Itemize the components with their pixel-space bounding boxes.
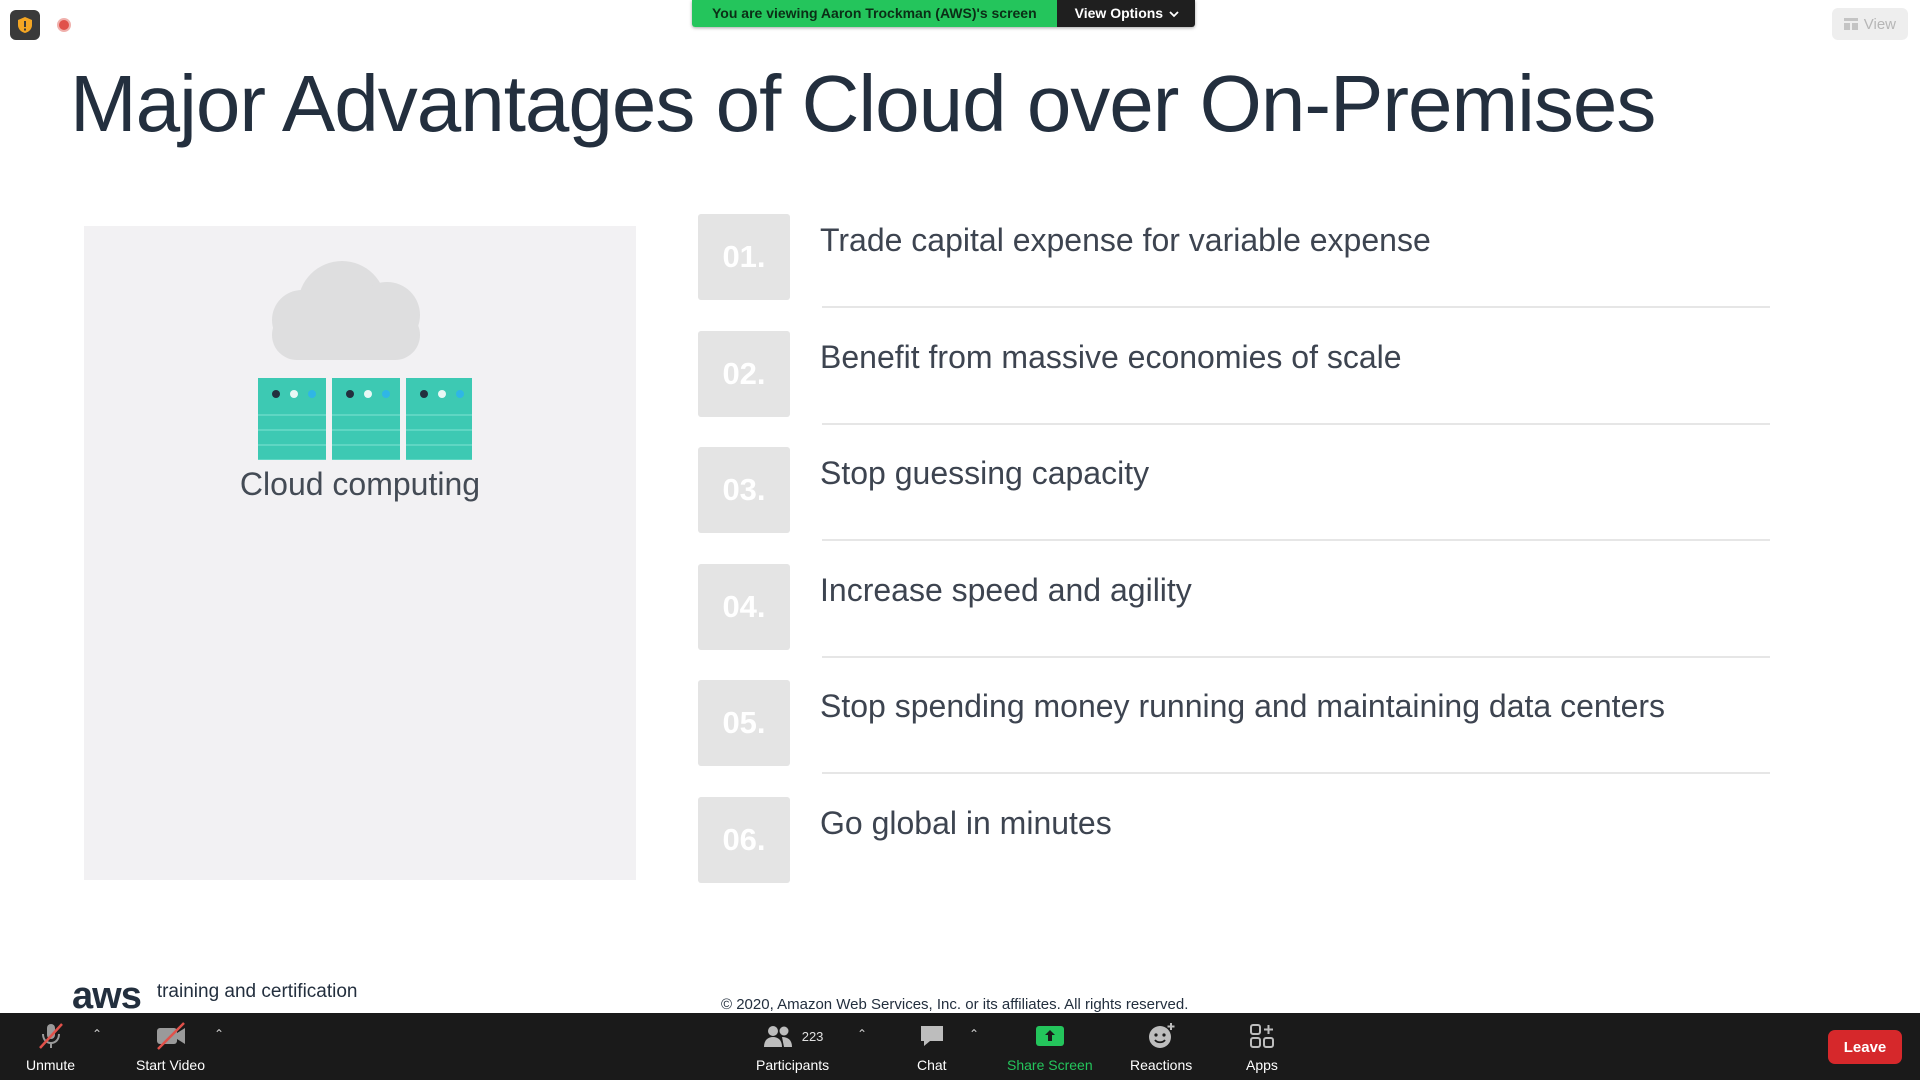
video-camera-off-icon [156,1022,185,1050]
cloud-servers-illustration [258,261,472,460]
item-number-badge: 03. [698,447,790,533]
item-text: Increase speed and agility [820,571,1192,608]
participants-button[interactable]: 223 Participants [756,1021,829,1073]
audio-options-caret[interactable]: ⌃ [92,1027,102,1041]
participants-icon [763,1026,792,1047]
participants-label: Participants [756,1057,830,1073]
item-text: Go global in minutes [820,804,1112,841]
video-options-caret[interactable]: ⌃ [214,1027,224,1041]
item-text: Stop guessing capacity [820,455,1150,491]
aws-logo-word: aws [72,975,142,1017]
list-item: 03. Stop guessing capacity [698,447,1770,564]
unmute-label: Unmute [26,1057,76,1073]
participant-count: 223 [801,1028,824,1044]
list-item: 02. Benefit from massive economies of sc… [698,330,1770,448]
slide-title: Major Advantages of Cloud over On-Premis… [70,59,1656,148]
divider [822,422,1770,425]
apps-icon [1249,1024,1274,1048]
chat-options-caret[interactable]: ⌃ [969,1027,979,1041]
apps-button[interactable]: Apps [1246,1021,1278,1073]
divider [822,772,1770,774]
divider [822,306,1770,308]
screen-share-banner: You are viewing Aaron Trockman (AWS)'s s… [692,0,1196,27]
server-rack-icon [258,378,472,460]
share-message: You are viewing Aaron Trockman (AWS)'s s… [692,0,1057,27]
shield-icon [18,17,32,33]
item-number-badge: 06. [698,796,790,883]
list-item: 01. Trade capital expense for variable e… [698,214,1770,331]
start-video-button[interactable]: Start Video [136,1021,205,1073]
participants-options-caret[interactable]: ⌃ [857,1027,867,1041]
cloud-computing-panel: Cloud computing [84,226,636,880]
item-number-badge: 01. [698,214,790,300]
chevron-down-icon [1169,10,1179,17]
reactions-button[interactable]: Reactions [1130,1021,1192,1073]
chat-label: Chat [917,1057,947,1073]
panel-caption: Cloud computing [239,466,481,502]
recording-indicator [57,18,71,32]
divider [822,539,1770,541]
divider [822,655,1770,658]
cloud-icon [272,261,420,360]
chat-button[interactable]: Chat [917,1021,947,1073]
item-number-badge: 05. [698,680,790,766]
reactions-label: Reactions [1130,1057,1193,1073]
item-text: Benefit from massive economies of scale [820,338,1402,375]
share-screen-icon [1035,1026,1064,1046]
list-item: 05. Stop spending money running and main… [698,680,1770,797]
copyright-notice: © 2020, Amazon Web Services, Inc. or its… [721,996,1189,1013]
apps-label: Apps [1246,1057,1278,1073]
view-options-label: View Options [1074,5,1164,21]
advantages-list: 01. Trade capital expense for variable e… [698,214,1770,913]
view-layout-button[interactable]: View [1831,8,1908,40]
reactions-smiley-icon [1149,1023,1175,1048]
share-screen-label: Share Screen [1007,1057,1093,1073]
item-number-badge: 04. [698,563,790,650]
view-button-label: View [1863,15,1896,33]
list-item: 04. Increase speed and agility [698,563,1770,681]
chat-bubble-icon [920,1026,943,1046]
grid-icon [1843,18,1858,30]
item-text: Trade capital expense for variable expen… [820,222,1431,258]
view-options-button[interactable]: View Options [1056,0,1196,27]
microphone-muted-icon [38,1023,63,1049]
item-text: Stop spending money running and maintain… [820,688,1666,724]
start-video-label: Start Video [136,1057,206,1073]
list-item: 06. Go global in minutes [698,796,1770,914]
leave-meeting-button[interactable]: Leave [1828,1030,1902,1064]
share-screen-button[interactable]: Share Screen [1007,1021,1093,1073]
meeting-toolbar: Unmute ⌃ Start Video ⌃ 223 Participants … [0,1013,1920,1080]
unmute-button[interactable]: Unmute [26,1021,75,1073]
item-number-badge: 02. [698,330,790,417]
security-shield-button[interactable] [10,10,40,40]
